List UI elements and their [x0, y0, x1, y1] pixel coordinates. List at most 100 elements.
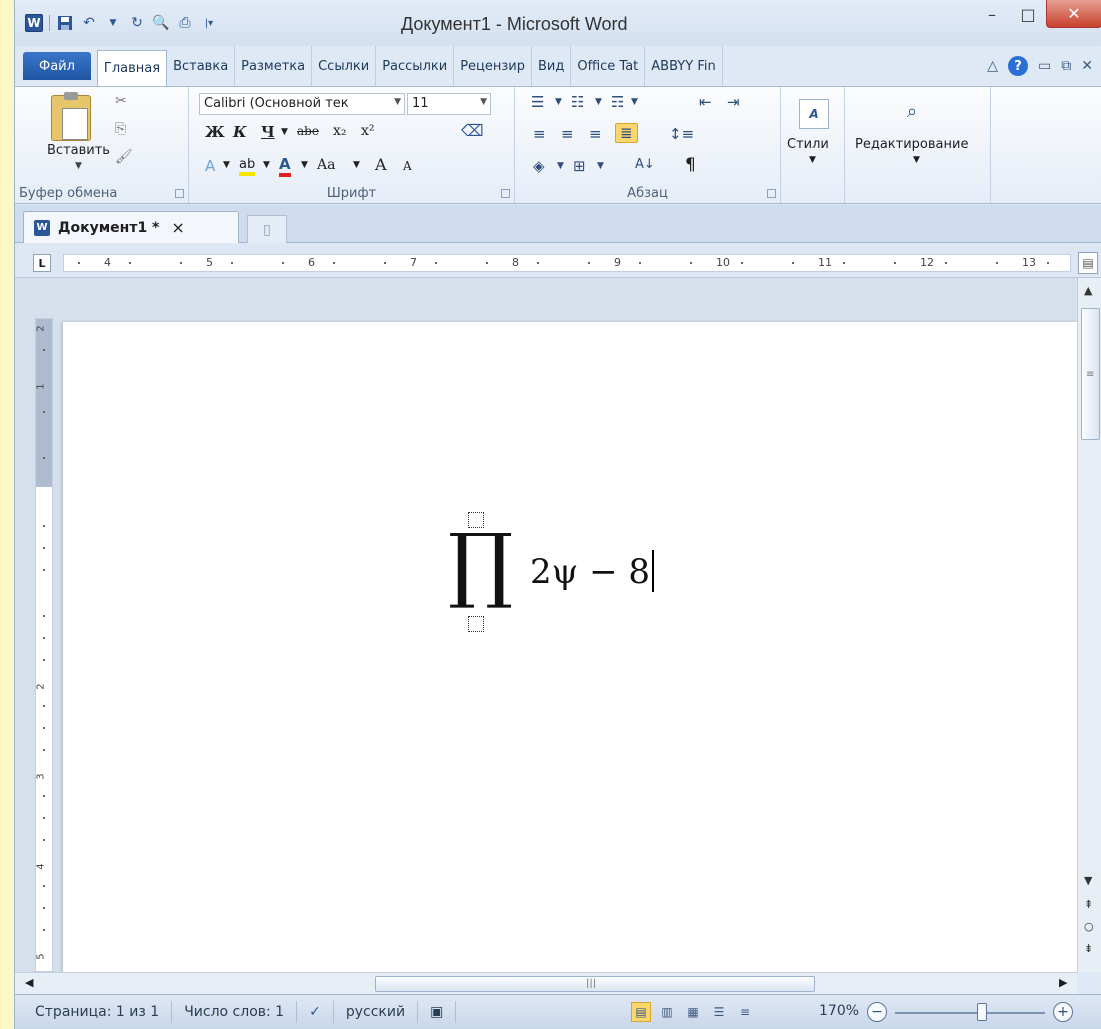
shading-icon[interactable]: ◈: [533, 157, 545, 175]
tab-file[interactable]: Файл: [23, 52, 91, 80]
grow-font-button[interactable]: A: [375, 155, 387, 174]
browse-object-icon[interactable]: ○: [1084, 920, 1094, 933]
vertical-ruler[interactable]: 2 1 2 3 4 5: [35, 318, 53, 972]
paste-icon[interactable]: [51, 92, 91, 141]
underline-button[interactable]: Ч: [261, 123, 275, 141]
vertical-scrollbar[interactable]: ▲ ≡ ▼ ⇞ ○ ⇟: [1077, 278, 1101, 972]
equation-expression[interactable]: 2ψ − 8: [530, 552, 650, 592]
tab-insert[interactable]: Вставка: [167, 46, 236, 86]
group-editing[interactable]: ⌕ Редактирование ▼: [845, 87, 991, 203]
justify-icon[interactable]: ≣: [615, 123, 638, 143]
zoom-in-button[interactable]: +: [1053, 1002, 1073, 1022]
change-case-button[interactable]: Aa: [317, 157, 335, 173]
save-icon[interactable]: [56, 14, 74, 32]
chevron-down-icon[interactable]: ▼: [301, 160, 308, 170]
print-layout-icon[interactable]: ▤: [631, 1002, 651, 1022]
font-launcher-icon[interactable]: [501, 189, 510, 198]
page-count[interactable]: Страница: 1 из 1: [15, 1001, 173, 1023]
previous-page-icon[interactable]: ⇞: [1084, 898, 1093, 911]
document-page[interactable]: ∏ 2ψ − 8: [63, 322, 1077, 972]
font-name-combo[interactable]: Calibri (Основной тек ▼: [199, 93, 405, 115]
line-spacing-icon[interactable]: ↕≡: [669, 125, 694, 143]
draft-icon[interactable]: ≡: [735, 1002, 755, 1022]
word-count[interactable]: Число слов: 1: [172, 1001, 298, 1023]
bold-button[interactable]: Ж: [205, 123, 225, 141]
sort-icon[interactable]: A↓: [635, 157, 655, 172]
maximize-button[interactable]: □: [1010, 0, 1046, 28]
decrease-indent-icon[interactable]: ⇤: [699, 93, 712, 111]
subscript-button[interactable]: x₂: [333, 123, 347, 139]
customize-qat-icon[interactable]: |▾: [200, 14, 218, 32]
tab-home[interactable]: Главная: [96, 50, 168, 86]
close-button[interactable]: ✕: [1046, 0, 1101, 28]
lower-limit-placeholder[interactable]: [468, 616, 484, 632]
macro-icon[interactable]: ▣: [418, 1001, 457, 1023]
scroll-up-icon[interactable]: ▲: [1084, 284, 1092, 297]
font-color-icon[interactable]: A: [279, 155, 291, 177]
horizontal-scroll-thumb[interactable]: |||: [375, 976, 815, 992]
increase-indent-icon[interactable]: ⇥: [727, 93, 740, 111]
align-right-icon[interactable]: ≡: [589, 125, 602, 143]
next-page-icon[interactable]: ⇟: [1084, 942, 1093, 955]
tab-mailings[interactable]: Рассылки: [376, 46, 455, 86]
tab-references[interactable]: Ссылки: [312, 46, 377, 86]
cut-icon[interactable]: ✂: [115, 93, 127, 109]
tab-layout[interactable]: Разметка: [235, 46, 313, 86]
zoom-slider-thumb[interactable]: [977, 1003, 987, 1021]
chevron-down-icon[interactable]: ▼: [631, 97, 638, 107]
paste-dropdown-icon[interactable]: ▼: [75, 161, 82, 171]
clear-formatting-icon[interactable]: ⌫: [461, 121, 484, 140]
minimize-button[interactable]: –: [974, 0, 1010, 28]
superscript-button[interactable]: x²: [361, 123, 375, 139]
scroll-right-icon[interactable]: ▶: [1059, 976, 1067, 989]
italic-button[interactable]: К: [233, 123, 247, 141]
zoom-slider[interactable]: [895, 1012, 1045, 1014]
collapse-ribbon-icon[interactable]: △: [987, 58, 998, 74]
tab-review[interactable]: Рецензир: [454, 46, 532, 86]
chevron-down-icon[interactable]: ▼: [223, 160, 230, 170]
vertical-scroll-thumb[interactable]: ≡: [1081, 308, 1100, 440]
highlight-icon[interactable]: ab: [239, 157, 256, 176]
language[interactable]: русский: [334, 1001, 419, 1023]
numbering-icon[interactable]: ☷: [571, 93, 584, 111]
redo-icon[interactable]: ↻: [128, 14, 146, 32]
doc-window-icon[interactable]: ⧉: [1061, 58, 1071, 74]
chevron-down-icon[interactable]: ▼: [597, 161, 604, 171]
paste-button[interactable]: Вставить: [47, 143, 110, 158]
horizontal-scrollbar[interactable]: ◀ ||| ▶: [15, 972, 1077, 994]
align-left-icon[interactable]: ≡: [533, 125, 546, 143]
word-app-icon[interactable]: W: [25, 14, 43, 32]
horizontal-ruler[interactable]: 4 5 6 7 8 9 10 11 12 13: [63, 254, 1071, 272]
chevron-down-icon[interactable]: ▼: [263, 160, 270, 170]
underline-dropdown-icon[interactable]: ▼: [281, 127, 288, 137]
align-center-icon[interactable]: ≡: [561, 125, 574, 143]
print-preview-icon[interactable]: 🔍: [152, 14, 170, 32]
quick-access-icon[interactable]: ⎙: [176, 14, 194, 32]
clipboard-launcher-icon[interactable]: [175, 189, 184, 198]
undo-icon[interactable]: ↶: [80, 14, 98, 32]
restore-doc-icon[interactable]: ▭: [1038, 58, 1051, 74]
chevron-down-icon[interactable]: ▼: [557, 161, 564, 171]
paragraph-launcher-icon[interactable]: [767, 189, 776, 198]
tab-selector[interactable]: L: [33, 254, 51, 272]
font-size-combo[interactable]: 11 ▼: [407, 93, 491, 115]
tab-office-tab[interactable]: Office Tat: [571, 46, 646, 86]
scroll-left-icon[interactable]: ◀: [25, 976, 33, 989]
tab-view[interactable]: Вид: [532, 46, 572, 86]
scroll-down-icon[interactable]: ▼: [1084, 874, 1092, 887]
new-document-tab[interactable]: ▯: [247, 215, 287, 243]
equation[interactable]: ∏ 2ψ − 8: [448, 512, 668, 632]
borders-icon[interactable]: ⊞: [573, 157, 586, 175]
proofing-icon[interactable]: ✓: [297, 1001, 334, 1023]
zoom-out-button[interactable]: −: [867, 1002, 887, 1022]
full-screen-reading-icon[interactable]: ▥: [657, 1002, 677, 1022]
view-ruler-icon[interactable]: ▤: [1078, 252, 1098, 274]
close-tab-icon[interactable]: ×: [171, 218, 184, 237]
close-doc-icon[interactable]: ✕: [1081, 58, 1093, 74]
web-layout-icon[interactable]: ▦: [683, 1002, 703, 1022]
text-effects-icon[interactable]: A: [205, 157, 215, 175]
strikethrough-button[interactable]: abe: [297, 124, 319, 138]
shrink-font-button[interactable]: A: [403, 159, 412, 173]
document-tab[interactable]: W Документ1 * ×: [23, 211, 239, 243]
bullets-icon[interactable]: ☰: [531, 93, 544, 111]
